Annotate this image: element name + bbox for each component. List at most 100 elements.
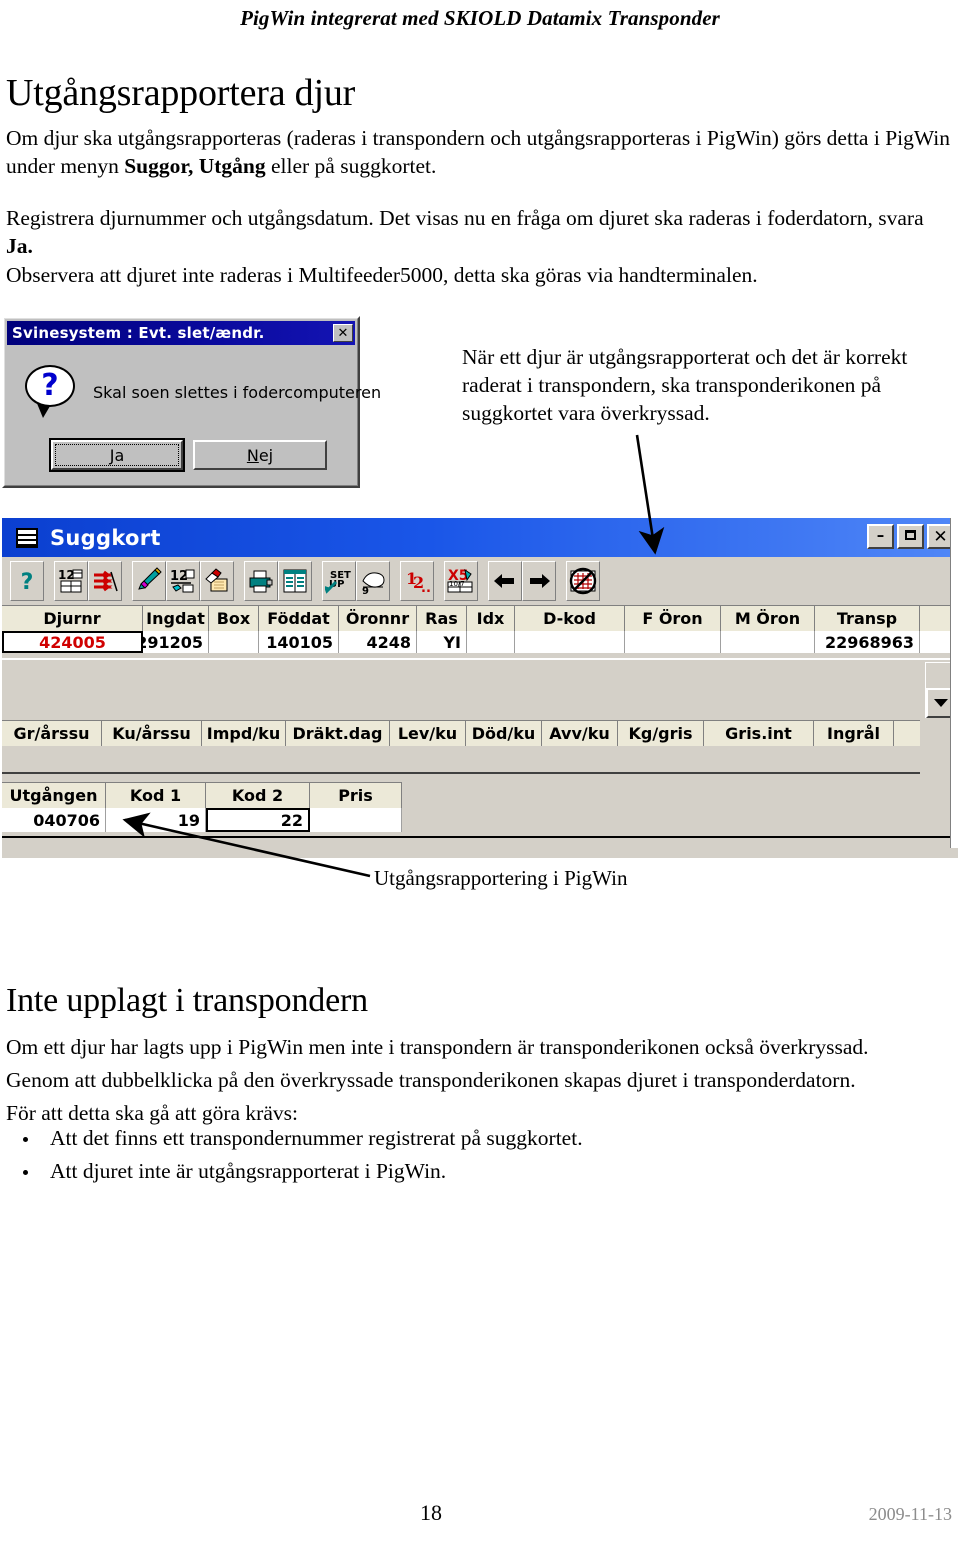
svg-text:12: 12 [58, 568, 75, 582]
question-bubble-icon: ? [25, 365, 79, 419]
table-mid-header: Gr/årssu Ku/årssu Impd/ku Dräkt.dag Lev/ku Dö… [2, 720, 920, 746]
column-header[interactable]: Impd/ku [202, 721, 286, 746]
toolbar-group-3: 12 [132, 561, 234, 601]
running-header: PigWin integrerat med SKIOLD Datamix Tra… [240, 6, 720, 30]
arrow-right-icon[interactable] [522, 561, 556, 601]
paragraph-observera: Observera att djuret inte raderas i Mult… [6, 263, 758, 287]
table-cell[interactable] [310, 808, 402, 832]
suggkort-toolbar: ? 12 12 SET UP 9 1 2 .. X5 10/7 [2, 557, 950, 605]
column-header[interactable]: Avv/ku [542, 721, 618, 746]
minimize-icon[interactable]: – [867, 524, 894, 549]
hand-write-icon[interactable]: 9 [356, 561, 390, 601]
column-header[interactable]: Utgången [2, 783, 106, 808]
no-button[interactable]: Nej [193, 440, 327, 470]
dialog-title-bar: Svinesystem : Evt. slet/ændr. ✕ [7, 321, 355, 345]
transponder-crossed-out-icon[interactable] [566, 561, 600, 601]
column-header[interactable]: Gris.int [704, 721, 814, 746]
dialog-message: Skal soen slettes i fodercomputeren [93, 382, 382, 402]
paragraph-register: Registrera djurnummer och utgångsdatum. … [6, 205, 952, 261]
table-top-row[interactable]: 424005291205 1401054248YI 22968963 [2, 631, 950, 653]
column-header[interactable]: Pris [310, 783, 402, 808]
eraser-pad-icon[interactable] [200, 561, 234, 601]
table-cell[interactable] [625, 631, 721, 653]
column-header[interactable]: Kod 1 [106, 783, 206, 808]
table-bottom-row[interactable]: 040706 19 22 [2, 808, 402, 832]
table-cell[interactable]: 22968963 [815, 631, 920, 653]
column-header[interactable]: Ingdat [143, 606, 209, 631]
column-header[interactable]: Box [209, 606, 259, 631]
column-header[interactable]: Transp [815, 606, 920, 631]
column-header[interactable]: Gr/årssu [2, 721, 102, 746]
table-cell[interactable]: 291205 [143, 631, 209, 653]
column-header[interactable]: Ras [417, 606, 467, 631]
maximize-icon[interactable] [897, 524, 924, 549]
column-header[interactable]: Djurnr [2, 606, 143, 631]
toolbar-group-1: ? [10, 561, 44, 601]
window-controls: – ✕ [867, 524, 954, 549]
toolbar-group-2: 12 [54, 561, 122, 601]
dialog-body: ? Skal soen slettes i fodercomputeren [7, 350, 381, 434]
table-mid-right-filler [920, 720, 950, 774]
footer-date: 2009-11-13 [868, 1504, 952, 1524]
table-cell[interactable]: 4248 [339, 631, 417, 653]
svg-text:10/7: 10/7 [449, 580, 465, 588]
paragraph-register-bold: Ja. [6, 233, 33, 258]
column-header[interactable]: Död/ku [466, 721, 542, 746]
paragraph-intro: Om djur ska utgångsrapporteras (raderas … [6, 125, 952, 181]
column-header[interactable]: Öronnr [339, 606, 417, 631]
paragraph-inte-1: Om ett djur har lagts upp i PigWin men i… [6, 1035, 869, 1059]
close-icon[interactable]: ✕ [333, 324, 353, 342]
yes-button[interactable]: Ja [49, 438, 185, 472]
table-cell[interactable] [209, 631, 259, 653]
table-cell[interactable] [721, 631, 815, 653]
paragraph-intro-part-b: eller på suggkortet. [265, 153, 437, 178]
table-cell[interactable]: 040706 [2, 808, 106, 832]
printer-icon[interactable] [244, 561, 278, 601]
calendar-12-edit-icon[interactable]: 12 [166, 561, 200, 601]
column-header[interactable]: M Öron [721, 606, 815, 631]
toolbar-group-5: SET UP 9 [322, 561, 390, 601]
table-cell[interactable]: 19 [106, 808, 206, 832]
suggkort-window: Suggkort – ✕ ? 12 12 SET UP 9 1 2 .. X5 … [2, 518, 958, 858]
column-header[interactable]: Föddat [259, 606, 339, 631]
no-button-label: Nej [246, 445, 274, 465]
number-12-icon[interactable]: 1 2 .. [400, 561, 434, 601]
suggkort-title-bar: Suggkort [2, 518, 950, 557]
table-cell[interactable]: 22 [206, 808, 310, 832]
table-cell[interactable] [515, 631, 625, 653]
table-top-header: Djurnr Ingdat Box Föddat Öronnr Ras Idx D-kod F … [2, 605, 950, 631]
list-item: Att det finns ett transpondernummer regi… [40, 1122, 906, 1155]
column-header[interactable]: Idx [467, 606, 515, 631]
setup-wrench-icon[interactable]: SET UP [322, 561, 356, 601]
dialog-title-text: Svinesystem : Evt. slet/ændr. [12, 324, 265, 342]
column-header[interactable]: Lev/ku [390, 721, 466, 746]
highlighter-pen-icon[interactable] [132, 561, 166, 601]
column-header[interactable]: F Öron [625, 606, 721, 631]
list-item: Att djuret inte är utgångsrapporterat i … [40, 1155, 906, 1188]
column-header[interactable]: Dräkt.dag [286, 721, 390, 746]
x5-chart-icon[interactable]: X5 10/7 [444, 561, 478, 601]
column-header[interactable]: Ingrål [814, 721, 894, 746]
page-title: Utgångsrapportera djur [6, 72, 356, 114]
column-header[interactable]: Kg/gris [618, 721, 704, 746]
suggkort-app-icon [16, 527, 38, 548]
column-header[interactable]: Kod 2 [206, 783, 310, 808]
column-header[interactable]: Ku/årssu [102, 721, 202, 746]
table-bottom-header: Utgången Kod 1 Kod 2 Pris [2, 782, 402, 808]
table-cell[interactable] [467, 631, 515, 653]
column-header[interactable]: D-kod [515, 606, 625, 631]
svg-text:12: 12 [170, 569, 188, 584]
svg-text:?: ? [21, 570, 34, 594]
table-cell[interactable]: 424005 [2, 631, 143, 653]
table-cell[interactable]: 140105 [259, 631, 339, 653]
arrow-left-icon[interactable] [488, 561, 522, 601]
calendar-12-list-icon[interactable]: 12 [54, 561, 88, 601]
help-icon[interactable]: ? [10, 561, 44, 601]
svinesystem-dialog: Svinesystem : Evt. slet/ændr. ✕ ? Skal s… [2, 316, 381, 488]
section-title-inte-upplagt: Inte upplagt i transpondern [6, 982, 368, 1019]
table-cell[interactable]: YI [417, 631, 467, 653]
svg-text:9: 9 [362, 586, 369, 595]
red-arrows-icon[interactable] [88, 561, 122, 601]
paragraph-register-part-a: Registrera djurnummer och utgångsdatum. … [6, 206, 924, 230]
report-list-icon[interactable] [278, 561, 312, 601]
